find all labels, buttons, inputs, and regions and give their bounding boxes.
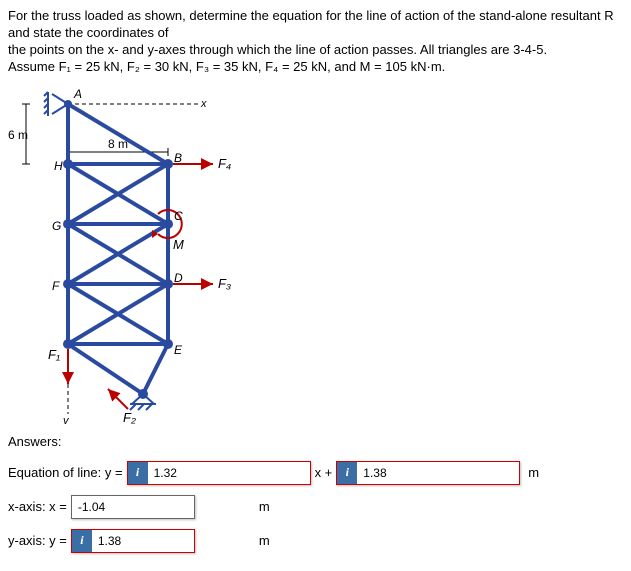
pt-D: D [174, 271, 183, 285]
pt-C: C [174, 209, 183, 223]
problem-line3: Assume F₁ = 25 kN, F₂ = 30 kN, F₃ = 35 k… [8, 59, 445, 74]
yaxis-row: y-axis: y = i m [8, 529, 623, 553]
moment-label: M [173, 237, 184, 252]
problem-statement: For the truss loaded as shown, determine… [8, 8, 623, 76]
pt-F: F [52, 279, 60, 293]
pt-G: G [52, 219, 61, 233]
equation-row: Equation of line: y = i x + i m [8, 461, 623, 485]
force-F1: F₁ [48, 347, 60, 362]
pt-H: H [54, 159, 63, 173]
info-badge-icon: i [72, 530, 92, 552]
truss-diagram: x y 6 m 8 m [8, 84, 268, 424]
force-F2: F₂ [123, 410, 136, 424]
axis-y-label: y [62, 415, 70, 424]
yaxis-box[interactable]: i [71, 529, 195, 553]
unit-m-3: m [259, 533, 270, 548]
pt-B: B [174, 151, 182, 165]
eq-intercept-box[interactable]: i [336, 461, 520, 485]
eq-slope-box[interactable]: i [127, 461, 311, 485]
problem-line1: For the truss loaded as shown, determine… [8, 8, 614, 40]
yaxis-label: y-axis: y = [8, 533, 67, 548]
answers-heading: Answers: [8, 434, 623, 449]
pt-A: A [73, 87, 82, 101]
xaxis-box[interactable] [71, 495, 195, 519]
pt-E: E [174, 343, 183, 357]
eq-intercept-input[interactable] [357, 463, 519, 483]
problem-line2: the points on the x- and y-axes through … [8, 42, 547, 57]
info-badge-icon: i [337, 462, 357, 484]
info-badge-icon: i [128, 462, 148, 484]
truss-svg: x y 6 m 8 m [8, 84, 268, 424]
xaxis-row: x-axis: x = m [8, 495, 623, 519]
eq-label: Equation of line: y = [8, 465, 123, 480]
eq-slope-input[interactable] [148, 463, 310, 483]
unit-m-1: m [528, 465, 539, 480]
unit-m-2: m [259, 499, 270, 514]
force-F4: F₄ [218, 156, 231, 171]
xaxis-label: x-axis: x = [8, 499, 67, 514]
axis-x-label: x [200, 98, 207, 110]
yaxis-input[interactable] [92, 531, 194, 551]
force-F3: F₃ [218, 276, 231, 291]
dim-6m: 6 m [8, 128, 28, 142]
xaxis-input[interactable] [72, 497, 194, 517]
xplus-label: x + [315, 465, 333, 480]
